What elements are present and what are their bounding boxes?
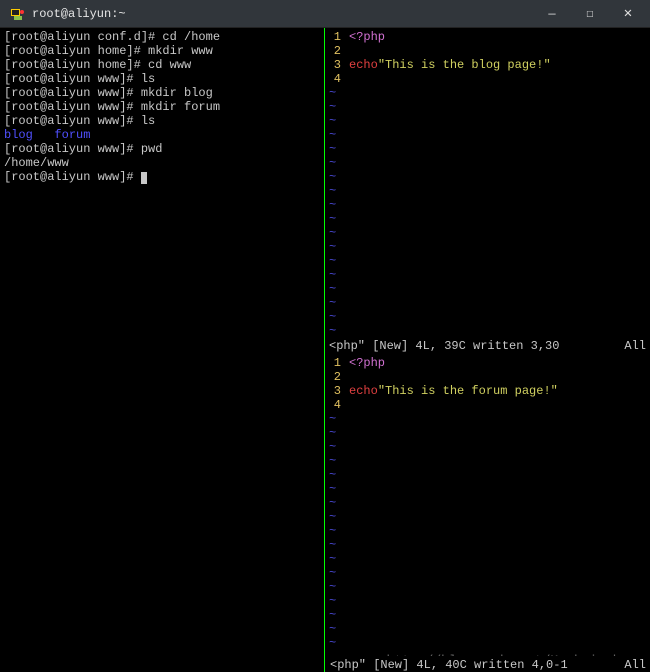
string-literal: "This is the forum page!" (378, 384, 558, 398)
shell-line: [root@aliyun conf.d]# cd /home (4, 30, 320, 44)
tilde-line: ~ (325, 440, 646, 454)
tilde-line: ~ (325, 170, 646, 184)
titlebar: root@aliyun:~ — ☐ ✕ (0, 0, 650, 28)
shell-line: [root@aliyun www]# pwd (4, 142, 320, 156)
status-right: All (624, 658, 646, 670)
editor-bottom[interactable]: 1<?php 2 3echo "This is the forum page!"… (325, 354, 650, 672)
tilde-line: ~ (325, 552, 646, 566)
window-controls: — ☐ ✕ (540, 5, 640, 22)
tilde-line: ~ (325, 510, 646, 524)
tilde-line: ~ (325, 198, 646, 212)
shell-line: [root@aliyun www]# ls (4, 114, 320, 128)
tilde-line: ~ (325, 566, 646, 580)
shell-line: [root@aliyun www]# ls (4, 72, 320, 86)
shell-line: /home/www (4, 156, 320, 170)
tilde-line: ~ (325, 240, 646, 254)
php-open-tag: <?php (349, 30, 385, 44)
line-number: 1 (325, 356, 349, 370)
line-number: 2 (325, 44, 349, 58)
tilde-line: ~ (325, 594, 646, 608)
echo-keyword: echo (349, 58, 378, 72)
tilde-line: ~ (325, 86, 646, 100)
dir-forum: forum (54, 128, 90, 142)
line-number: 4 (325, 72, 349, 86)
tilde-line: ~ (325, 580, 646, 594)
semicolon: ; (551, 58, 558, 72)
status-left: <php" [New] 4L, 39C written 3,30 (329, 339, 559, 353)
tilde-line: ~ (325, 142, 646, 156)
window-title: root@aliyun:~ (32, 7, 540, 21)
shell-prompt: [root@aliyun www]# (4, 170, 320, 184)
tilde-line: ~ (325, 524, 646, 538)
cursor (141, 172, 147, 184)
shell-line: [root@aliyun home]# mkdir www (4, 44, 320, 58)
line-number: 3 (325, 384, 349, 398)
tilde-line: ~ (325, 268, 646, 282)
putty-icon (10, 7, 24, 21)
tilde-line: ~ (325, 426, 646, 440)
tilde-line: ~ (325, 128, 646, 142)
close-button[interactable]: ✕ (616, 5, 640, 22)
tilde-line: ~ (325, 324, 646, 338)
status-line-bottom: <php" [New] 4L, 40C written 4,0-1 All (326, 656, 650, 672)
tilde-line: ~ (325, 226, 646, 240)
echo-keyword: echo (349, 384, 378, 398)
string-literal: "This is the blog page!" (378, 58, 551, 72)
tilde-line: ~ (325, 496, 646, 510)
dir-blog: blog (4, 128, 33, 142)
semicolon: ; (558, 384, 565, 398)
php-open-tag: <?php (349, 356, 385, 370)
tilde-line: ~ (325, 636, 646, 650)
tilde-line: ~ (325, 212, 646, 226)
tilde-line: ~ (325, 412, 646, 426)
editor-top[interactable]: 1<?php 2 3echo "This is the blog page!";… (325, 28, 650, 354)
line-number: 3 (325, 58, 349, 72)
tilde-line: ~ (325, 156, 646, 170)
workspace: [root@aliyun conf.d]# cd /home [root@ali… (0, 28, 650, 672)
tilde-line: ~ (325, 622, 646, 636)
tilde-line: ~ (325, 310, 646, 324)
tilde-line: ~ (325, 608, 646, 622)
tilde-line: ~ (325, 538, 646, 552)
line-number: 2 (325, 370, 349, 384)
shell-line: [root@aliyun www]# mkdir forum (4, 100, 320, 114)
tilde-line: ~ (325, 114, 646, 128)
status-right: All (624, 339, 646, 353)
status-line-top: <php" [New] 4L, 39C written 3,30 All (325, 338, 650, 354)
terminal-pane[interactable]: [root@aliyun conf.d]# cd /home [root@ali… (0, 28, 325, 672)
tilde-line: ~ (325, 254, 646, 268)
editor-split: 1<?php 2 3echo "This is the blog page!";… (325, 28, 650, 672)
tilde-line: ~ (325, 454, 646, 468)
tilde-line: ~ (325, 184, 646, 198)
tilde-line: ~ (325, 100, 646, 114)
tilde-line: ~ (325, 482, 646, 496)
line-number: 1 (325, 30, 349, 44)
status-left: <php" [New] 4L, 40C written 4,0-1 (330, 658, 568, 670)
tilde-line: ~ (325, 296, 646, 310)
tilde-line: ~ (325, 282, 646, 296)
ls-output: blog forum (4, 128, 320, 142)
shell-line: [root@aliyun home]# cd www (4, 58, 320, 72)
shell-line: [root@aliyun www]# mkdir blog (4, 86, 320, 100)
tilde-line: ~ (325, 468, 646, 482)
minimize-button[interactable]: — (540, 7, 564, 21)
line-number: 4 (325, 398, 349, 412)
maximize-button[interactable]: ☐ (578, 6, 602, 21)
